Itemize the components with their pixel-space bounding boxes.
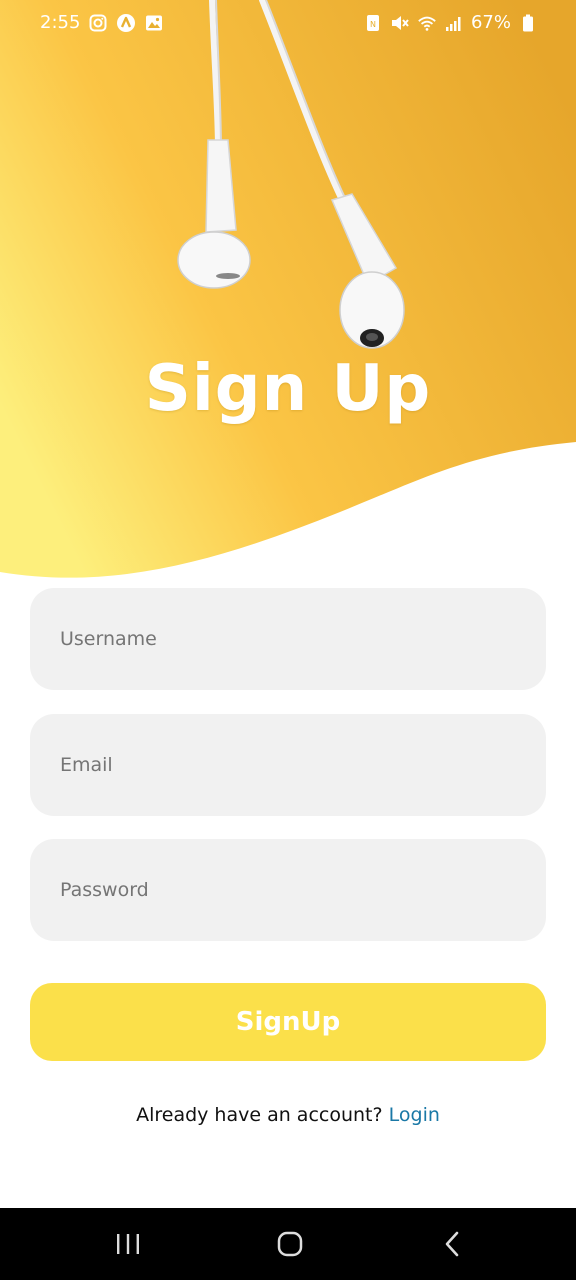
earphones-image xyxy=(177,0,405,349)
gallery-icon xyxy=(144,13,164,33)
username-input[interactable] xyxy=(30,588,546,690)
svg-text:N: N xyxy=(370,20,376,29)
home-icon[interactable] xyxy=(270,1226,310,1262)
email-field[interactable] xyxy=(30,714,546,816)
email-input[interactable] xyxy=(30,714,546,816)
signal-icon xyxy=(444,13,464,33)
status-time: 2:55 xyxy=(40,12,81,33)
page-title: Sign Up xyxy=(144,352,432,426)
password-input[interactable] xyxy=(30,839,546,941)
status-bar: 2:55 N 67% xyxy=(0,0,576,46)
recent-apps-icon[interactable] xyxy=(108,1226,148,1262)
username-field[interactable] xyxy=(30,588,546,690)
navigation-bar xyxy=(0,1208,576,1280)
login-prompt: Already have an account? Login xyxy=(0,1104,576,1126)
battery-icon xyxy=(518,13,538,33)
battery-percent: 67% xyxy=(470,12,511,33)
mute-icon xyxy=(390,13,410,33)
nfc-icon: N xyxy=(363,13,383,33)
wifi-icon xyxy=(417,13,437,33)
login-prompt-text: Already have an account? xyxy=(136,1104,383,1126)
login-link[interactable]: Login xyxy=(389,1104,440,1126)
password-field[interactable] xyxy=(30,839,546,941)
app-notification-icon xyxy=(116,13,136,33)
signup-button[interactable]: SignUp xyxy=(30,983,546,1061)
back-icon[interactable] xyxy=(432,1226,472,1262)
instagram-icon xyxy=(88,13,108,33)
